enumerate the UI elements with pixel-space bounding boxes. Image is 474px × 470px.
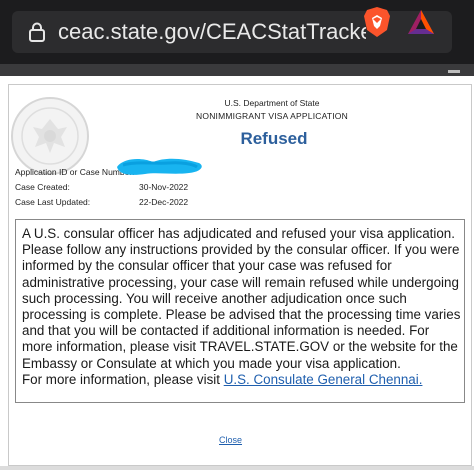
department-name: U.S. Department of State <box>224 98 320 108</box>
case-updated-value: 22-Dec-2022 <box>139 197 189 207</box>
case-status: Refused <box>240 129 308 148</box>
case-updated-label: Case Last Updated: <box>15 197 91 207</box>
case-created-label: Case Created: <box>15 182 70 192</box>
url-text[interactable]: ceac.state.gov/CEACStatTracker/S <box>58 17 366 47</box>
case-created-value: 30-Nov-2022 <box>139 182 189 192</box>
redaction-scribble <box>117 158 202 175</box>
scroll-indicator <box>448 70 460 73</box>
more-info-text: For more information, please visit <box>22 371 224 387</box>
status-message-body: A U.S. consular officer has adjudicated … <box>22 226 461 371</box>
status-message: A U.S. consular officer has adjudicated … <box>22 226 462 388</box>
application-type: NONIMMIGRANT VISA APPLICATION <box>196 111 348 121</box>
us-department-of-state-seal-icon <box>11 97 89 175</box>
progress-strip <box>0 64 474 76</box>
close-link[interactable]: Close <box>219 435 242 445</box>
lock-icon[interactable] <box>26 21 48 43</box>
bat-rewards-icon[interactable] <box>406 8 436 36</box>
browser-toolbar: ceac.state.gov/CEACStatTracker/S <box>0 0 474 64</box>
status-panel: U.S. Department of State NONIMMIGRANT VI… <box>8 84 472 466</box>
web-page: U.S. Department of State NONIMMIGRANT VI… <box>0 76 474 470</box>
page-bottom-border <box>0 466 474 470</box>
consulate-link[interactable]: U.S. Consulate General Chennai. <box>224 372 423 387</box>
status-message-box: A U.S. consular officer has adjudicated … <box>15 219 465 403</box>
brave-shields-icon[interactable] <box>362 6 392 38</box>
